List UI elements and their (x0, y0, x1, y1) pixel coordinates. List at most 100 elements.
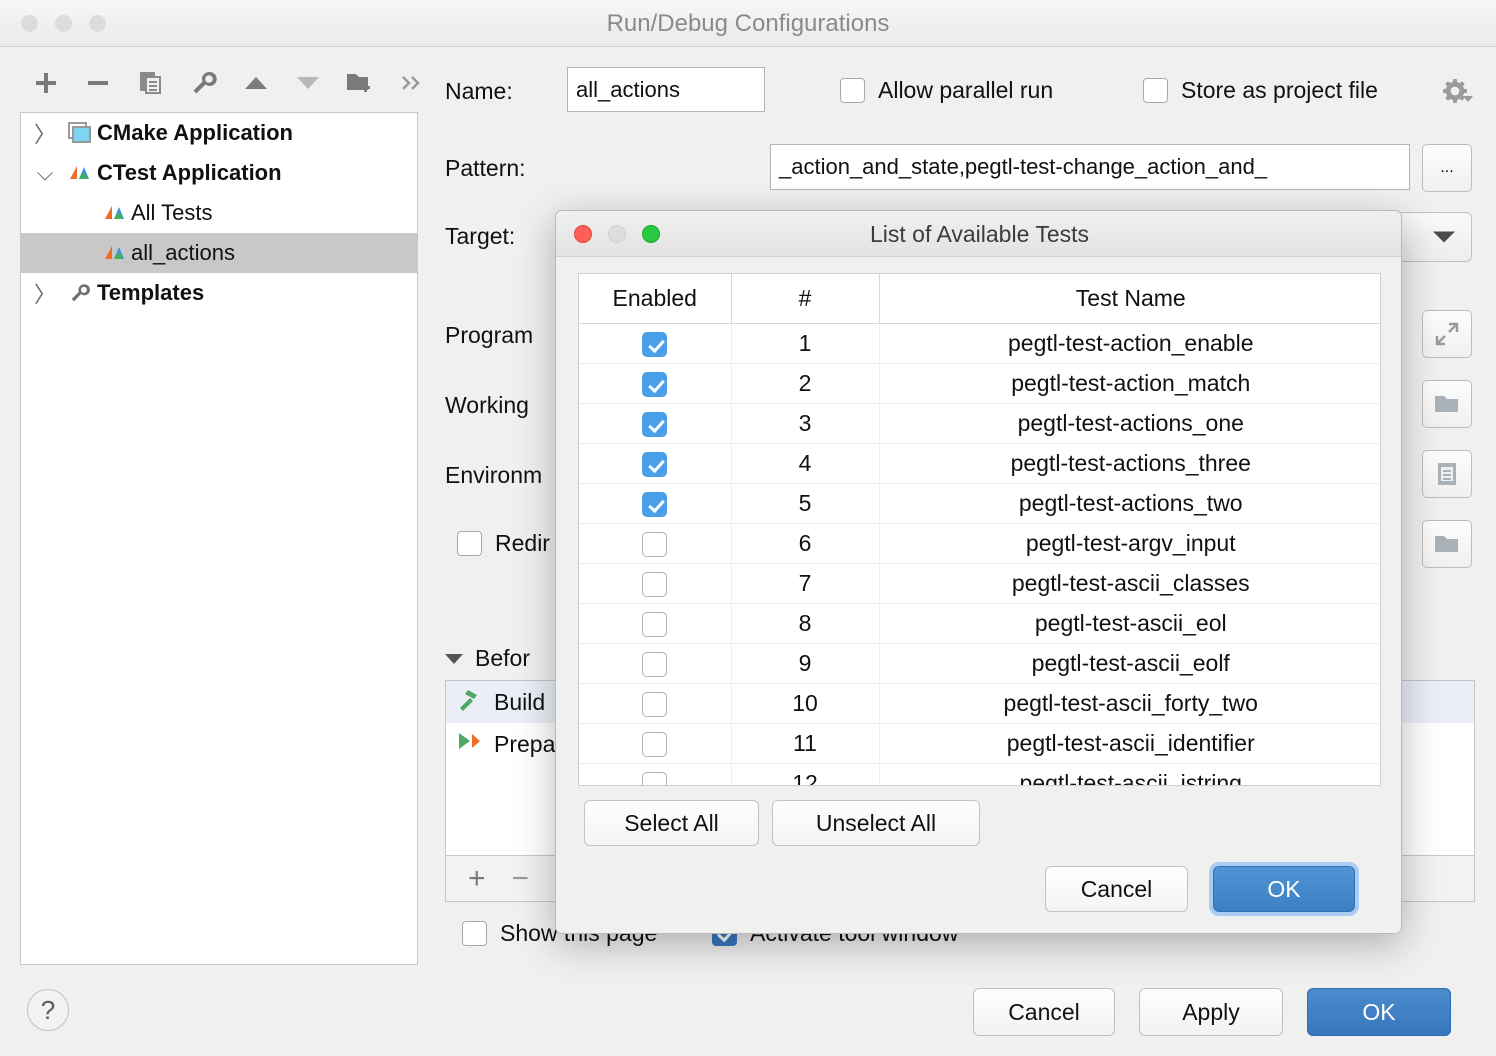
column-header-number[interactable]: # (731, 274, 880, 324)
row-enabled-checkbox[interactable] (642, 491, 668, 517)
dialog-cancel-button[interactable]: Cancel (1045, 866, 1188, 912)
table-row[interactable]: 3 pegtl-test-actions_one (579, 403, 1380, 444)
target-label: Target: (445, 223, 516, 249)
row-enabled-cell[interactable] (579, 723, 732, 764)
dialog-ok-button[interactable]: OK (1213, 866, 1355, 912)
row-enabled-checkbox[interactable] (642, 331, 668, 357)
table-row[interactable]: 12 pegtl-test-ascii_istring (579, 763, 1380, 785)
store-as-project-file-checkbox[interactable] (1143, 78, 1168, 103)
row-enabled-cell[interactable] (579, 603, 732, 644)
move-up-icon[interactable] (236, 57, 276, 109)
row-enabled-cell[interactable] (579, 403, 732, 444)
dialog-zoom-button[interactable] (642, 225, 660, 243)
redirect-browse-button[interactable] (1422, 520, 1472, 568)
chevron-down-icon (1433, 231, 1455, 243)
name-label: Name: (445, 78, 513, 104)
row-enabled-checkbox[interactable] (642, 371, 668, 397)
row-enabled-checkbox[interactable] (642, 691, 668, 717)
row-enabled-checkbox[interactable] (642, 571, 668, 597)
row-enabled-cell[interactable] (579, 523, 732, 564)
table-row[interactable]: 7 pegtl-test-ascii_classes (579, 563, 1380, 604)
row-enabled-checkbox[interactable] (642, 731, 668, 757)
unselect-all-button[interactable]: Unselect All (772, 800, 980, 846)
name-input[interactable]: all_actions (567, 67, 765, 112)
table-row[interactable]: 5 pegtl-test-actions_two (579, 483, 1380, 524)
cancel-button[interactable]: Cancel (973, 988, 1115, 1036)
sidebar-item-templates[interactable]: 〉 Templates (21, 273, 417, 313)
row-enabled-checkbox[interactable] (642, 531, 668, 557)
row-enabled-checkbox[interactable] (642, 771, 668, 785)
ctest-icon (101, 202, 129, 224)
row-test-name-cell: pegtl-test-ascii_identifier (879, 723, 1380, 764)
table-row[interactable]: 11 pegtl-test-ascii_identifier (579, 723, 1380, 764)
row-enabled-checkbox[interactable] (642, 411, 668, 437)
table-row[interactable]: 9 pegtl-test-ascii_eolf (579, 643, 1380, 684)
copy-icon[interactable] (131, 57, 171, 109)
add-icon[interactable] (26, 57, 66, 109)
store-as-project-file-row[interactable]: Store as project file (1143, 77, 1378, 104)
redirect-input-checkbox[interactable] (457, 531, 482, 556)
move-down-icon[interactable] (288, 57, 328, 109)
row-enabled-cell[interactable] (579, 563, 732, 604)
table-row[interactable]: 8 pegtl-test-ascii_eol (579, 603, 1380, 644)
select-all-button[interactable]: Select All (584, 800, 759, 846)
before-launch-item-label: Prepa (494, 730, 556, 757)
row-enabled-checkbox[interactable] (642, 611, 668, 637)
add-before-launch-button[interactable]: + (468, 862, 486, 896)
table-row[interactable]: 1 pegtl-test-action_enable (579, 323, 1380, 364)
column-header-enabled[interactable]: Enabled (579, 274, 732, 324)
tests-table-body: 1 pegtl-test-action_enable 2 pegtl-test-act… (579, 323, 1380, 785)
window-title: Run/Debug Configurations (606, 10, 890, 37)
more-icon[interactable] (392, 57, 432, 109)
row-test-name-cell: pegtl-test-actions_three (879, 443, 1380, 484)
row-enabled-cell[interactable] (579, 643, 732, 684)
row-enabled-cell[interactable] (579, 763, 732, 785)
show-this-page-checkbox[interactable] (462, 921, 487, 946)
redirect-input-row[interactable]: Redir (457, 530, 550, 557)
row-enabled-cell[interactable] (579, 683, 732, 724)
chevron-right-icon[interactable]: 〉 (25, 277, 65, 309)
sidebar-item-all-actions[interactable]: all_actions (21, 233, 417, 273)
allow-parallel-run-checkbox[interactable] (840, 78, 865, 103)
expand-icon-button[interactable] (1422, 310, 1472, 358)
tests-table-wrapper[interactable]: Enabled # Test Name 1 pegtl-test-action_e… (578, 273, 1381, 786)
ok-button[interactable]: OK (1307, 988, 1451, 1036)
row-enabled-cell[interactable] (579, 323, 732, 364)
configurations-tree[interactable]: 〉 CMake Application ⌵ CTest Application (20, 112, 418, 965)
chevron-down-icon[interactable]: ⌵ (25, 160, 65, 186)
new-folder-icon[interactable] (340, 57, 380, 109)
row-enabled-cell[interactable] (579, 443, 732, 484)
before-launch-header[interactable]: Befor (445, 645, 530, 672)
sidebar-item-cmake-application[interactable]: 〉 CMake Application (21, 113, 417, 153)
sidebar-item-label: all_actions (131, 240, 235, 265)
before-launch-item-label: Build (494, 688, 546, 715)
row-number-cell: 7 (731, 563, 880, 604)
sidebar-item-all-tests[interactable]: All Tests (21, 193, 417, 233)
working-browse-button[interactable] (1422, 380, 1472, 428)
pattern-input[interactable]: _action_and_state,pegtl-test-change_acti… (770, 144, 1410, 190)
table-row[interactable]: 10 pegtl-test-ascii_forty_two (579, 683, 1380, 724)
row-number-cell: 10 (731, 683, 880, 724)
row-enabled-cell[interactable] (579, 483, 732, 524)
row-enabled-checkbox[interactable] (642, 451, 668, 477)
pattern-browse-button[interactable]: ... (1422, 144, 1472, 192)
chevron-right-icon[interactable]: 〉 (25, 117, 65, 149)
sidebar-item-label: CTest Application (97, 160, 282, 185)
wrench-icon[interactable] (184, 57, 224, 109)
allow-parallel-run-row[interactable]: Allow parallel run (840, 77, 1053, 104)
apply-button[interactable]: Apply (1139, 988, 1283, 1036)
gear-icon[interactable] (1442, 78, 1473, 109)
table-row[interactable]: 4 pegtl-test-actions_three (579, 443, 1380, 484)
table-row[interactable]: 6 pegtl-test-argv_input (579, 523, 1380, 564)
dialog-close-button[interactable] (574, 225, 592, 243)
row-enabled-cell[interactable] (579, 363, 732, 404)
environment-edit-button[interactable] (1422, 450, 1472, 498)
table-row[interactable]: 2 pegtl-test-action_match (579, 363, 1380, 404)
dialog-minimize-button[interactable] (608, 225, 626, 243)
remove-before-launch-button[interactable]: − (512, 862, 530, 896)
remove-icon[interactable] (78, 57, 118, 109)
row-enabled-checkbox[interactable] (642, 651, 668, 677)
row-test-name-cell: pegtl-test-actions_two (879, 483, 1380, 524)
column-header-test-name[interactable]: Test Name (879, 274, 1380, 324)
sidebar-item-ctest-application[interactable]: ⌵ CTest Application (21, 153, 417, 193)
